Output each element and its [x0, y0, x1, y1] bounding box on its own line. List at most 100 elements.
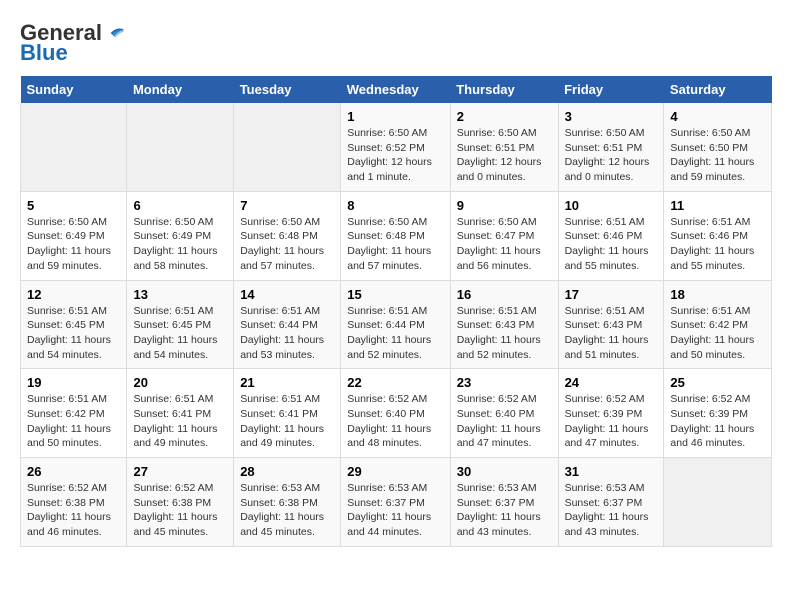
- day-cell: 10 Sunrise: 6:51 AM Sunset: 6:46 PM Dayli…: [558, 191, 664, 280]
- day-number: 2: [457, 109, 552, 124]
- day-number: 8: [347, 198, 443, 213]
- day-cell: 24Sunrise: 6:52 AM Sunset: 6:39 PM Dayli…: [558, 369, 664, 458]
- logo: General Blue: [20, 20, 124, 66]
- day-number: 12: [27, 287, 120, 302]
- day-cell: 15 Sunrise: 6:51 AM Sunset: 6:44 PM Dayli…: [341, 280, 450, 369]
- day-cell: 28Sunrise: 6:53 AM Sunset: 6:38 PM Dayli…: [234, 458, 341, 547]
- day-info: Sunrise: 6:51 AM Sunset: 6:45 PM Dayligh…: [133, 304, 227, 363]
- day-cell: 5 Sunrise: 6:50 AM Sunset: 6:49 PM Daylig…: [21, 191, 127, 280]
- day-cell: 12 Sunrise: 6:51 AM Sunset: 6:45 PM Dayli…: [21, 280, 127, 369]
- day-number: 30: [457, 464, 552, 479]
- header-thursday: Thursday: [450, 76, 558, 103]
- week-row-2: 5 Sunrise: 6:50 AM Sunset: 6:49 PM Daylig…: [21, 191, 772, 280]
- day-number: 13: [133, 287, 227, 302]
- day-number: 9: [457, 198, 552, 213]
- day-cell: 17 Sunrise: 6:51 AM Sunset: 6:43 PM Dayli…: [558, 280, 664, 369]
- day-cell: [21, 103, 127, 191]
- day-info: Sunrise: 6:50 AM Sunset: 6:52 PM Dayligh…: [347, 126, 443, 185]
- day-cell: 25Sunrise: 6:52 AM Sunset: 6:39 PM Dayli…: [664, 369, 772, 458]
- page-header: General Blue: [20, 20, 772, 66]
- day-header-row: SundayMondayTuesdayWednesdayThursdayFrid…: [21, 76, 772, 103]
- day-info: Sunrise: 6:51 AM Sunset: 6:45 PM Dayligh…: [27, 304, 120, 363]
- day-cell: 26 Sunrise: 6:52 AM Sunset: 6:38 PM Dayli…: [21, 458, 127, 547]
- day-number: 25: [670, 375, 765, 390]
- day-info: Sunrise: 6:50 AM Sunset: 6:48 PM Dayligh…: [240, 215, 334, 274]
- day-info: Sunrise: 6:51 AM Sunset: 6:41 PM Dayligh…: [133, 392, 227, 451]
- day-cell: 14Sunrise: 6:51 AM Sunset: 6:44 PM Dayli…: [234, 280, 341, 369]
- day-info: Sunrise: 6:51 AM Sunset: 6:46 PM Dayligh…: [565, 215, 658, 274]
- day-cell: 9 Sunrise: 6:50 AM Sunset: 6:47 PM Daylig…: [450, 191, 558, 280]
- day-cell: 31 Sunrise: 6:53 AM Sunset: 6:37 PM Dayli…: [558, 458, 664, 547]
- day-cell: 20 Sunrise: 6:51 AM Sunset: 6:41 PM Dayli…: [127, 369, 234, 458]
- day-cell: [234, 103, 341, 191]
- day-cell: 6 Sunrise: 6:50 AM Sunset: 6:49 PM Daylig…: [127, 191, 234, 280]
- header-tuesday: Tuesday: [234, 76, 341, 103]
- day-cell: [127, 103, 234, 191]
- week-row-4: 19Sunrise: 6:51 AM Sunset: 6:42 PM Dayli…: [21, 369, 772, 458]
- day-info: Sunrise: 6:51 AM Sunset: 6:43 PM Dayligh…: [457, 304, 552, 363]
- day-number: 21: [240, 375, 334, 390]
- day-cell: 7Sunrise: 6:50 AM Sunset: 6:48 PM Daylig…: [234, 191, 341, 280]
- day-number: 15: [347, 287, 443, 302]
- day-cell: 1 Sunrise: 6:50 AM Sunset: 6:52 PM Daylig…: [341, 103, 450, 191]
- day-number: 26: [27, 464, 120, 479]
- day-number: 5: [27, 198, 120, 213]
- day-info: Sunrise: 6:52 AM Sunset: 6:38 PM Dayligh…: [27, 481, 120, 540]
- week-row-3: 12 Sunrise: 6:51 AM Sunset: 6:45 PM Dayli…: [21, 280, 772, 369]
- header-monday: Monday: [127, 76, 234, 103]
- day-info: Sunrise: 6:50 AM Sunset: 6:49 PM Dayligh…: [27, 215, 120, 274]
- day-cell: 27Sunrise: 6:52 AM Sunset: 6:38 PM Dayli…: [127, 458, 234, 547]
- day-cell: 29 Sunrise: 6:53 AM Sunset: 6:37 PM Dayli…: [341, 458, 450, 547]
- day-cell: [664, 458, 772, 547]
- day-cell: 30 Sunrise: 6:53 AM Sunset: 6:37 PM Dayli…: [450, 458, 558, 547]
- day-info: Sunrise: 6:50 AM Sunset: 6:50 PM Dayligh…: [670, 126, 765, 185]
- day-info: Sunrise: 6:52 AM Sunset: 6:40 PM Dayligh…: [347, 392, 443, 451]
- week-row-1: 1 Sunrise: 6:50 AM Sunset: 6:52 PM Daylig…: [21, 103, 772, 191]
- day-info: Sunrise: 6:50 AM Sunset: 6:49 PM Dayligh…: [133, 215, 227, 274]
- day-cell: 11Sunrise: 6:51 AM Sunset: 6:46 PM Dayli…: [664, 191, 772, 280]
- day-info: Sunrise: 6:53 AM Sunset: 6:38 PM Dayligh…: [240, 481, 334, 540]
- day-info: Sunrise: 6:53 AM Sunset: 6:37 PM Dayligh…: [457, 481, 552, 540]
- day-cell: 8 Sunrise: 6:50 AM Sunset: 6:48 PM Daylig…: [341, 191, 450, 280]
- day-number: 6: [133, 198, 227, 213]
- day-cell: 21 Sunrise: 6:51 AM Sunset: 6:41 PM Dayli…: [234, 369, 341, 458]
- day-number: 4: [670, 109, 765, 124]
- day-cell: 23 Sunrise: 6:52 AM Sunset: 6:40 PM Dayli…: [450, 369, 558, 458]
- day-info: Sunrise: 6:51 AM Sunset: 6:44 PM Dayligh…: [347, 304, 443, 363]
- day-info: Sunrise: 6:50 AM Sunset: 6:51 PM Dayligh…: [457, 126, 552, 185]
- day-number: 20: [133, 375, 227, 390]
- day-info: Sunrise: 6:50 AM Sunset: 6:48 PM Dayligh…: [347, 215, 443, 274]
- day-info: Sunrise: 6:51 AM Sunset: 6:46 PM Dayligh…: [670, 215, 765, 274]
- day-cell: 13 Sunrise: 6:51 AM Sunset: 6:45 PM Dayli…: [127, 280, 234, 369]
- day-info: Sunrise: 6:53 AM Sunset: 6:37 PM Dayligh…: [347, 481, 443, 540]
- day-info: Sunrise: 6:51 AM Sunset: 6:41 PM Dayligh…: [240, 392, 334, 451]
- day-cell: 22 Sunrise: 6:52 AM Sunset: 6:40 PM Dayli…: [341, 369, 450, 458]
- day-number: 22: [347, 375, 443, 390]
- header-wednesday: Wednesday: [341, 76, 450, 103]
- day-info: Sunrise: 6:50 AM Sunset: 6:47 PM Dayligh…: [457, 215, 552, 274]
- day-info: Sunrise: 6:52 AM Sunset: 6:38 PM Dayligh…: [133, 481, 227, 540]
- day-info: Sunrise: 6:53 AM Sunset: 6:37 PM Dayligh…: [565, 481, 658, 540]
- day-number: 17: [565, 287, 658, 302]
- day-info: Sunrise: 6:51 AM Sunset: 6:42 PM Dayligh…: [670, 304, 765, 363]
- day-number: 31: [565, 464, 658, 479]
- day-number: 29: [347, 464, 443, 479]
- logo-blue: Blue: [20, 40, 68, 66]
- day-number: 1: [347, 109, 443, 124]
- day-number: 23: [457, 375, 552, 390]
- day-info: Sunrise: 6:52 AM Sunset: 6:39 PM Dayligh…: [565, 392, 658, 451]
- week-row-5: 26 Sunrise: 6:52 AM Sunset: 6:38 PM Dayli…: [21, 458, 772, 547]
- header-friday: Friday: [558, 76, 664, 103]
- day-number: 19: [27, 375, 120, 390]
- day-cell: 2 Sunrise: 6:50 AM Sunset: 6:51 PM Daylig…: [450, 103, 558, 191]
- logo-bird-icon: [104, 26, 124, 40]
- day-info: Sunrise: 6:51 AM Sunset: 6:44 PM Dayligh…: [240, 304, 334, 363]
- day-info: Sunrise: 6:52 AM Sunset: 6:40 PM Dayligh…: [457, 392, 552, 451]
- day-number: 18: [670, 287, 765, 302]
- day-cell: 16Sunrise: 6:51 AM Sunset: 6:43 PM Dayli…: [450, 280, 558, 369]
- day-cell: 4 Sunrise: 6:50 AM Sunset: 6:50 PM Daylig…: [664, 103, 772, 191]
- header-saturday: Saturday: [664, 76, 772, 103]
- day-info: Sunrise: 6:50 AM Sunset: 6:51 PM Dayligh…: [565, 126, 658, 185]
- day-info: Sunrise: 6:51 AM Sunset: 6:43 PM Dayligh…: [565, 304, 658, 363]
- day-number: 10: [565, 198, 658, 213]
